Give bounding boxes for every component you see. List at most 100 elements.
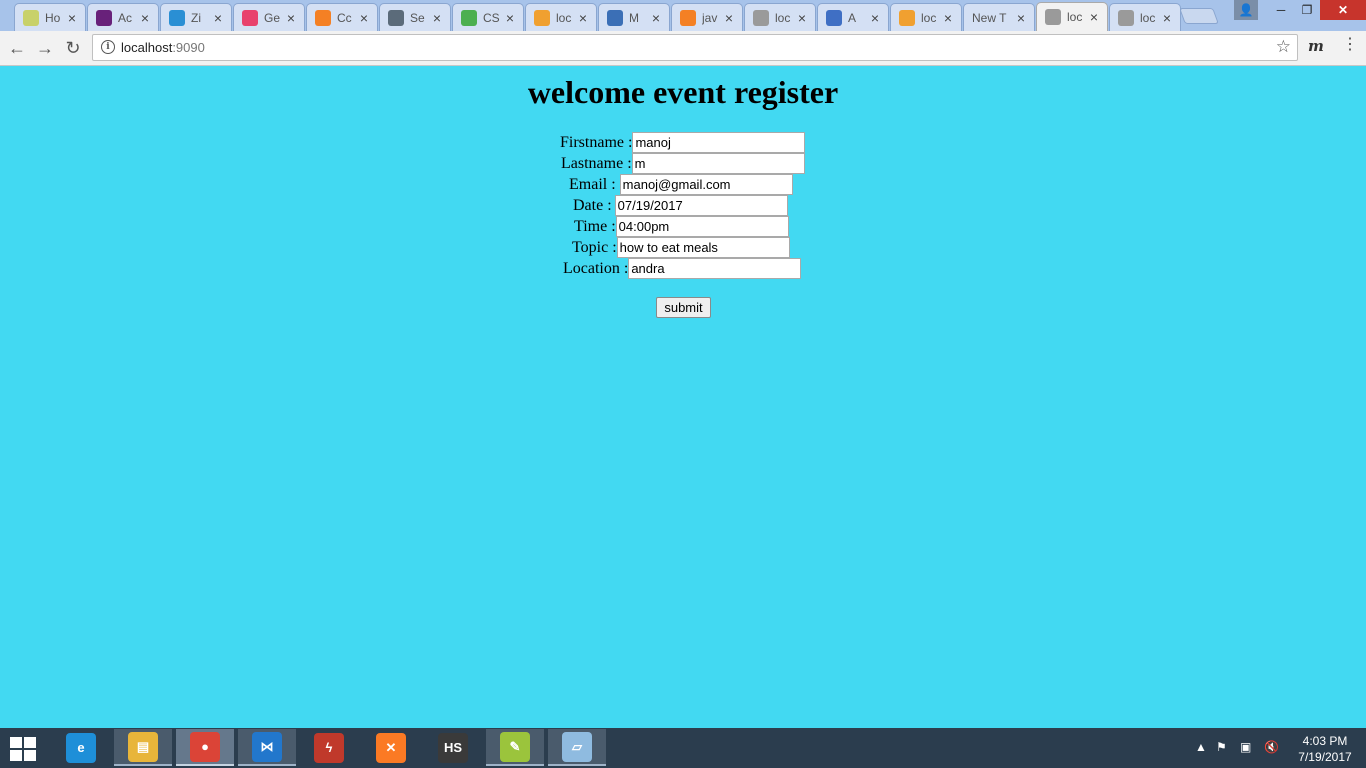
menu-kebab-icon[interactable]: ⋮ — [1342, 37, 1358, 53]
page-content: welcome event register Firstname : Lastn… — [0, 66, 1366, 728]
tab-close-icon[interactable]: × — [868, 10, 882, 26]
tab-title: loc — [775, 10, 791, 25]
taskbar-app[interactable]: ▱ — [548, 729, 606, 766]
taskbar-app[interactable]: ● — [176, 729, 234, 766]
taskbar-app[interactable]: HS — [424, 729, 482, 766]
taskbar-app[interactable]: ✎ — [486, 729, 544, 766]
new-tab-button[interactable] — [1179, 8, 1219, 24]
firstname-label: Firstname : — [560, 133, 633, 151]
tab-close-icon[interactable]: × — [1087, 9, 1101, 25]
hs-app-icon: HS — [438, 732, 468, 763]
user-profile-icon[interactable]: 👤 — [1234, 0, 1258, 20]
date-row: Date : — [573, 195, 788, 216]
page-icon — [1118, 9, 1134, 26]
browser-tab[interactable]: Cc × — [306, 3, 378, 31]
time-input[interactable] — [615, 216, 789, 237]
tab-title: CS — [483, 10, 500, 25]
minimize-button[interactable]: ─ — [1268, 0, 1294, 20]
bookmark-star-icon[interactable]: ☆ — [1276, 37, 1291, 57]
tab-close-icon[interactable]: × — [284, 10, 298, 26]
browser-tab[interactable]: Zi × — [160, 3, 232, 31]
tab-close-icon[interactable]: × — [1014, 10, 1028, 26]
browser-tab[interactable]: Ac × — [87, 3, 159, 31]
browser-tab[interactable]: M × — [598, 3, 670, 31]
browser-tab[interactable]: jav × — [671, 3, 743, 31]
submit-button[interactable]: submit — [656, 297, 711, 318]
tray-overflow-icon[interactable]: ▲ — [1195, 740, 1207, 754]
topic-input[interactable] — [616, 237, 790, 258]
browser-tab[interactable]: loc × — [890, 3, 962, 31]
address-bar[interactable]: i localhost:9090 ☆ — [92, 34, 1298, 61]
system-clock[interactable]: 4:03 PM 7/19/2017 — [1290, 733, 1360, 765]
tab-close-icon[interactable]: × — [357, 10, 371, 26]
email-input[interactable] — [619, 174, 793, 195]
browser-tab[interactable]: loc × — [1109, 3, 1181, 31]
url-port: :9090 — [172, 40, 205, 55]
location-input[interactable] — [628, 258, 802, 279]
tab-close-icon[interactable]: × — [722, 10, 736, 26]
location-label: Location : — [563, 259, 629, 277]
diamond-icon — [388, 9, 404, 26]
browser-tab[interactable]: loc × — [744, 3, 816, 31]
taskbar-app[interactable]: ✕ — [362, 729, 420, 766]
browser-tab[interactable]: A × — [817, 3, 889, 31]
tab-close-icon[interactable]: × — [795, 10, 809, 26]
mvn-icon — [607, 9, 623, 26]
taskbar-app[interactable]: ▤ — [114, 729, 172, 766]
taskbar-app[interactable]: ϟ — [300, 729, 358, 766]
volume-muted-icon[interactable]: 🔇 — [1264, 740, 1279, 754]
tab-title: Cc — [337, 10, 352, 25]
reload-icon[interactable]: ↻ — [62, 37, 84, 59]
tab-close-icon[interactable]: × — [138, 10, 152, 26]
tab-close-icon[interactable]: × — [211, 10, 225, 26]
phpmyadmin-icon — [534, 9, 550, 26]
back-arrow-icon[interactable]: ← — [6, 37, 28, 59]
network-icon[interactable]: ▣ — [1240, 740, 1251, 754]
visual-studio-code-icon: ⋈ — [252, 731, 282, 762]
tab-title: Ac — [118, 10, 133, 25]
java-icon — [23, 9, 39, 26]
browser-tab[interactable]: loc × — [525, 3, 597, 31]
tab-close-icon[interactable]: × — [65, 10, 79, 26]
url-text[interactable]: localhost:9090 — [121, 40, 205, 55]
tab-close-icon[interactable]: × — [503, 10, 517, 26]
topic-label: Topic : — [572, 238, 617, 256]
a-circle-icon — [826, 9, 842, 26]
restore-button[interactable]: ❐ — [1294, 0, 1320, 20]
tab-close-icon[interactable]: × — [649, 10, 663, 26]
m-logo-icon — [242, 9, 258, 26]
close-window-button[interactable]: ✕ — [1320, 0, 1366, 20]
filezilla-icon: ϟ — [314, 732, 344, 763]
date-input[interactable] — [614, 195, 788, 216]
firstname-row: Firstname : — [560, 132, 806, 153]
tab-title: New T — [972, 10, 1007, 25]
page-icon — [1045, 9, 1061, 25]
notepad-plus-icon: ✎ — [500, 731, 530, 762]
windows-start-icon[interactable] — [10, 737, 38, 761]
taskbar-app[interactable]: e — [52, 729, 110, 766]
browser-tab[interactable]: New T × — [963, 3, 1035, 31]
stack-overflow-icon — [680, 9, 696, 26]
tab-close-icon[interactable]: × — [941, 10, 955, 26]
time-row: Time : — [574, 216, 789, 237]
taskbar-app[interactable]: ⋈ — [238, 729, 296, 766]
lastname-input[interactable] — [631, 153, 805, 174]
browser-tab[interactable]: Se × — [379, 3, 451, 31]
tab-close-icon[interactable]: × — [576, 10, 590, 26]
browser-tab[interactable]: Ho × — [14, 3, 86, 31]
tab-close-icon[interactable]: × — [430, 10, 444, 26]
lastname-label: Lastname : — [561, 154, 632, 172]
visual-studio-icon — [96, 9, 112, 26]
extension-m-icon[interactable]: m — [1308, 37, 1324, 55]
firstname-input[interactable] — [632, 132, 806, 153]
browser-tab[interactable]: CS × — [452, 3, 524, 31]
action-center-flag-icon[interactable]: ⚑ — [1216, 740, 1227, 754]
tab-title: Ge — [264, 10, 281, 25]
info-icon[interactable]: i — [101, 40, 115, 54]
tab-title: loc — [921, 10, 937, 25]
forward-arrow-icon[interactable]: → — [34, 37, 56, 59]
tab-close-icon[interactable]: × — [1160, 10, 1174, 26]
tab-title: loc — [1067, 10, 1083, 24]
browser-tab[interactable]: loc × — [1036, 2, 1108, 31]
browser-tab[interactable]: Ge × — [233, 3, 305, 31]
